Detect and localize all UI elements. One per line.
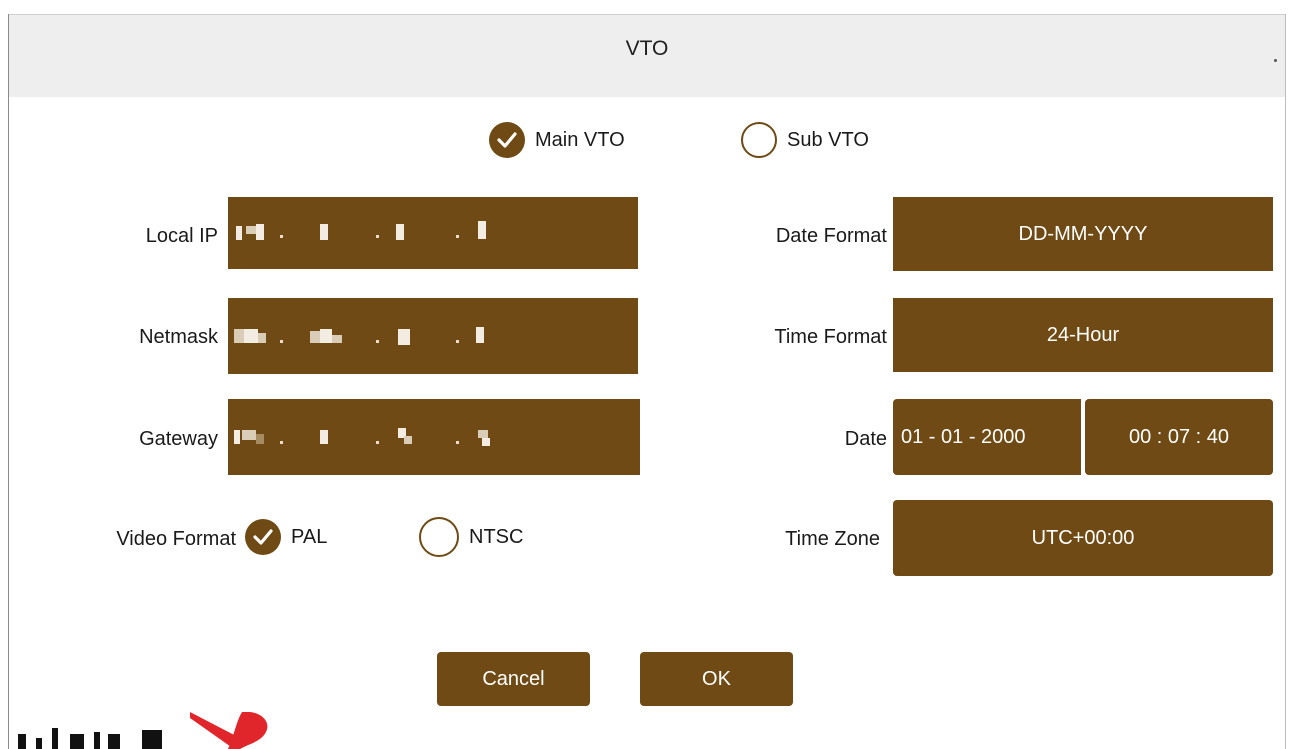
netmask-input[interactable] [228, 298, 638, 374]
date-label: Date [844, 428, 887, 450]
checkmark-icon [489, 122, 525, 158]
local-ip-label: Local IP [145, 225, 218, 247]
dialog-titlebar: VTO [9, 14, 1285, 97]
date-format-label: Date Format [775, 225, 887, 247]
time-zone-select[interactable]: UTC+00:00 [893, 500, 1273, 576]
date-input[interactable]: 01 - 01 - 2000 [893, 399, 1081, 475]
time-value: 00 : 07 : 40 [1128, 425, 1230, 448]
video-format-label: Video Format [116, 528, 236, 550]
main-vto-label: Main VTO [535, 128, 625, 151]
date-format-select[interactable]: DD-MM-YYYY [893, 197, 1273, 271]
date-value: 01 - 01 - 2000 [901, 425, 1026, 448]
brand-logo [18, 712, 268, 749]
gateway-label: Gateway [139, 428, 218, 450]
time-zone-label: Time Zone [785, 528, 880, 550]
time-format-select[interactable]: 24-Hour [893, 298, 1273, 372]
vto-settings-dialog: VTO [8, 14, 1286, 749]
pal-label: PAL [291, 525, 328, 548]
titlebar-dot [1274, 59, 1277, 62]
local-ip-input[interactable] [228, 197, 638, 269]
ntsc-radio[interactable]: NTSC [419, 517, 523, 557]
gateway-input[interactable] [228, 399, 640, 475]
cancel-button[interactable]: Cancel [437, 652, 590, 706]
dialog-title: VTO [625, 37, 669, 60]
ntsc-label: NTSC [469, 525, 524, 548]
sub-vto-label: Sub VTO [787, 128, 869, 151]
time-input[interactable]: 00 : 07 : 40 [1085, 399, 1273, 475]
main-vto-radio[interactable]: Main VTO [489, 122, 625, 158]
sub-vto-radio[interactable]: Sub VTO [741, 122, 869, 158]
netmask-label: Netmask [139, 326, 218, 348]
checkmark-icon [245, 519, 281, 555]
radio-empty-icon [741, 122, 777, 158]
time-format-label: Time Format [774, 326, 887, 348]
radio-empty-icon [419, 517, 459, 557]
pal-radio[interactable]: PAL [245, 519, 327, 555]
ok-button[interactable]: OK [640, 652, 793, 706]
